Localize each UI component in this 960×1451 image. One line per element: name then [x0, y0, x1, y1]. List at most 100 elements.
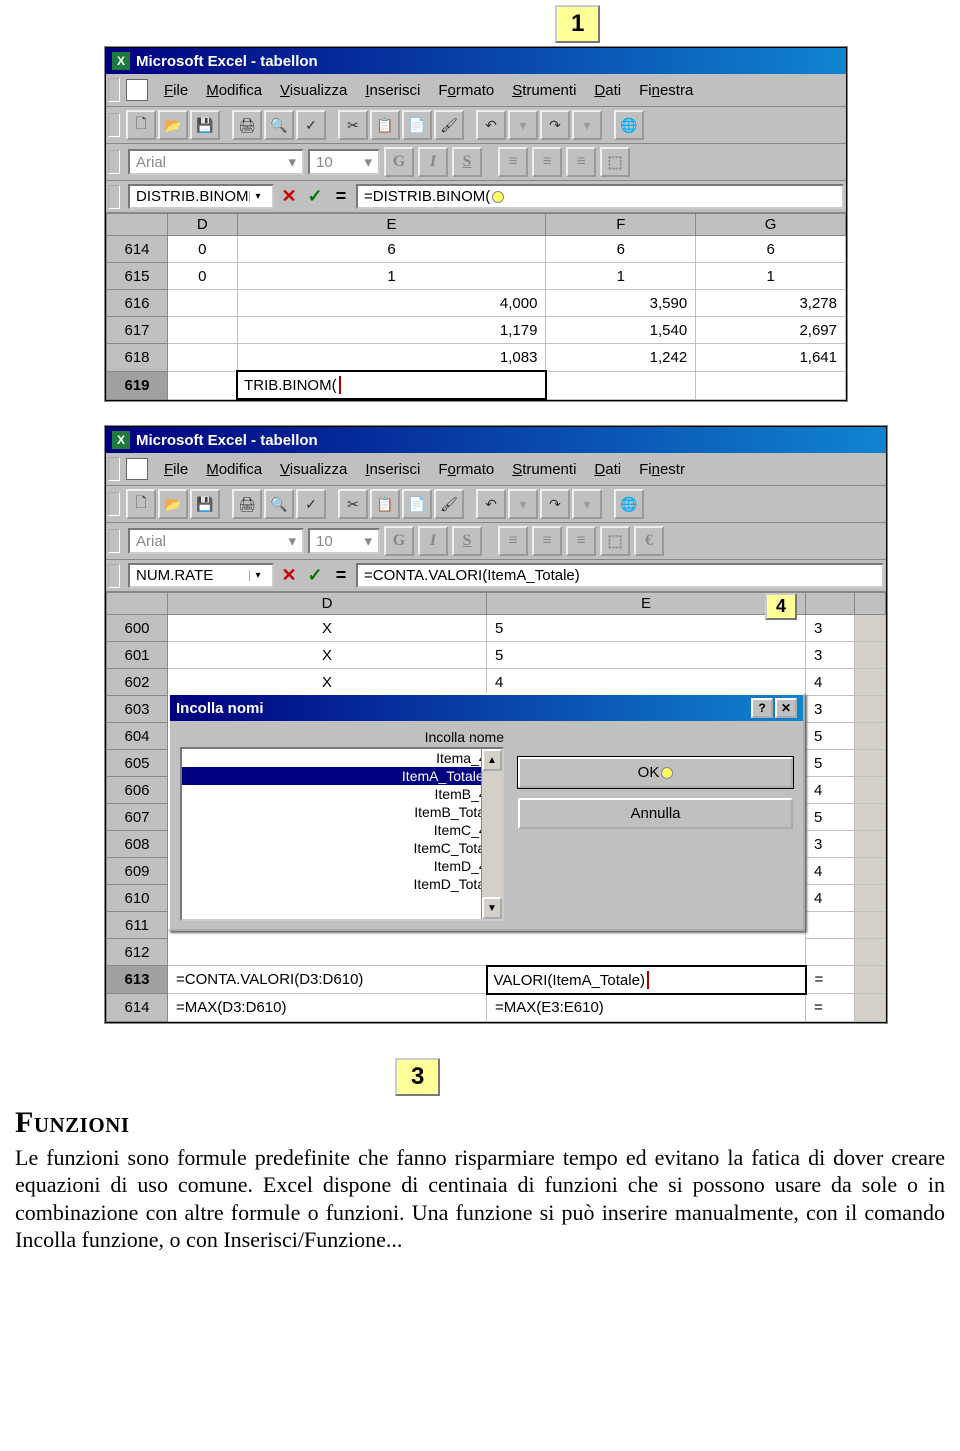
italic-icon[interactable]: I	[418, 526, 448, 556]
cell[interactable]: 4	[806, 777, 855, 804]
row-header[interactable]: 615	[107, 263, 168, 290]
cell[interactable]: 1	[546, 263, 696, 290]
list-item[interactable]: ItemD_4A	[182, 857, 502, 875]
row-header[interactable]: 602	[107, 669, 168, 696]
formula-input[interactable]: =DISTRIB.BINOM(	[356, 184, 844, 209]
font-combo[interactable]: Arial▾	[128, 149, 304, 175]
align-left-icon[interactable]: ≡	[498, 526, 528, 556]
cell[interactable]: 1,540	[546, 317, 696, 344]
menu-strumenti[interactable]: Strumenti	[504, 80, 584, 101]
enter-formula-icon[interactable]: ✓	[304, 565, 326, 587]
menu-dati[interactable]: Dati	[586, 80, 629, 101]
row-header[interactable]: 618	[107, 344, 168, 372]
cell[interactable]: =CONTA.VALORI(D3:D610)	[168, 966, 487, 994]
row-header[interactable]: 611	[107, 912, 168, 939]
list-item[interactable]: Itema_4A	[182, 749, 502, 767]
merge-icon[interactable]: ⬚	[600, 147, 630, 177]
col-header-G[interactable]: G	[696, 214, 846, 236]
cell[interactable]: 3	[806, 615, 855, 642]
row-header[interactable]: 614	[107, 236, 168, 263]
menu-modifica[interactable]: Modifica	[198, 80, 270, 101]
cell[interactable]: 5	[487, 642, 806, 669]
row-header[interactable]: 617	[107, 317, 168, 344]
font-combo[interactable]: Arial▾	[128, 528, 304, 554]
cell[interactable]: =MAX(E3:E610)	[487, 994, 806, 1022]
cell[interactable]: =MAX(D3:D610)	[168, 994, 487, 1022]
menu-file[interactable]: File	[156, 459, 196, 480]
cut-icon[interactable]: ✂	[338, 110, 368, 140]
new-icon[interactable]: 🗋	[126, 489, 156, 519]
col-header-D[interactable]: D	[168, 593, 487, 615]
cell[interactable]	[168, 290, 238, 317]
row-header[interactable]: 612	[107, 939, 168, 966]
bold-icon[interactable]: G	[384, 147, 414, 177]
cell[interactable]: 2,697	[696, 317, 846, 344]
menu-strumenti[interactable]: Strumenti	[504, 459, 584, 480]
cancel-formula-icon[interactable]: ✕	[278, 565, 300, 587]
save-icon[interactable]: 💾	[190, 110, 220, 140]
preview-icon[interactable]: 🔍	[264, 489, 294, 519]
cell[interactable]: X	[168, 615, 487, 642]
menu-finestra[interactable]: Finestr	[631, 459, 693, 480]
spellcheck-icon[interactable]: ✓	[296, 489, 326, 519]
new-icon[interactable]: 🗋	[126, 110, 156, 140]
cell[interactable]: =	[806, 966, 855, 994]
row-header[interactable]: 606	[107, 777, 168, 804]
align-right-icon[interactable]: ≡	[566, 147, 596, 177]
cell[interactable]: =	[806, 994, 855, 1022]
cell[interactable]	[696, 371, 846, 399]
row-header[interactable]: 608	[107, 831, 168, 858]
enter-formula-icon[interactable]: ✓	[304, 186, 326, 208]
redo-icon[interactable]: ↷	[540, 489, 570, 519]
menu-inserisci[interactable]: Inserisci	[357, 80, 428, 101]
open-icon[interactable]: 📂	[158, 110, 188, 140]
cell[interactable]: 3,278	[696, 290, 846, 317]
row-header[interactable]: 619	[107, 371, 168, 399]
underline-icon[interactable]: S	[452, 526, 482, 556]
cell[interactable]: 6	[237, 236, 546, 263]
cell[interactable]	[806, 939, 855, 966]
cell[interactable]: 1,641	[696, 344, 846, 372]
formula-input[interactable]: =CONTA.VALORI(ItemA_Totale)	[356, 563, 884, 588]
menu-dati[interactable]: Dati	[586, 459, 629, 480]
print-icon[interactable]: 🖨	[232, 110, 262, 140]
editing-cell[interactable]: TRIB.BINOM(	[237, 371, 546, 399]
menu-inserisci[interactable]: Inserisci	[357, 459, 428, 480]
cell[interactable]: 3	[806, 831, 855, 858]
grid-1[interactable]: D E F G 614 0 6 6 6 615 0 1 1 1 616 4,00…	[106, 213, 846, 400]
editing-cell[interactable]: VALORI(ItemA_Totale)	[487, 966, 806, 994]
spellcheck-icon[interactable]: ✓	[296, 110, 326, 140]
name-box[interactable]: NUM.RATE▾	[128, 563, 274, 588]
col-header-D[interactable]: D	[168, 214, 238, 236]
cell[interactable]: X	[168, 642, 487, 669]
close-icon[interactable]: ✕	[775, 698, 797, 718]
open-icon[interactable]: 📂	[158, 489, 188, 519]
cell[interactable]	[806, 912, 855, 939]
cell[interactable]: 0	[168, 236, 238, 263]
menu-visualizza[interactable]: Visualizza	[272, 459, 355, 480]
name-box[interactable]: DISTRIB.BINOM▾	[128, 184, 274, 209]
redo-drop-icon[interactable]: ▾	[572, 110, 602, 140]
cell[interactable]: 3,590	[546, 290, 696, 317]
row-header[interactable]: 613	[107, 966, 168, 994]
menu-formato[interactable]: Formato	[430, 459, 502, 480]
row-header[interactable]: 604	[107, 723, 168, 750]
cell[interactable]	[168, 344, 238, 372]
paste-icon[interactable]: 📄	[402, 489, 432, 519]
cell[interactable]: 4	[806, 885, 855, 912]
col-header-F[interactable]	[806, 593, 855, 615]
list-item[interactable]: ItemB_4A	[182, 785, 502, 803]
cell[interactable]: 3	[806, 696, 855, 723]
scroll-up-icon[interactable]: ▲	[482, 749, 502, 771]
preview-icon[interactable]: 🔍	[264, 110, 294, 140]
cell[interactable]: 1,179	[237, 317, 546, 344]
align-left-icon[interactable]: ≡	[498, 147, 528, 177]
align-center-icon[interactable]: ≡	[532, 526, 562, 556]
cell[interactable]: 5	[487, 615, 806, 642]
row-header[interactable]: 601	[107, 642, 168, 669]
row-header[interactable]: 616	[107, 290, 168, 317]
row-header[interactable]: 610	[107, 885, 168, 912]
row-header[interactable]: 607	[107, 804, 168, 831]
row-header[interactable]: 605	[107, 750, 168, 777]
undo-icon[interactable]: ↶	[476, 489, 506, 519]
